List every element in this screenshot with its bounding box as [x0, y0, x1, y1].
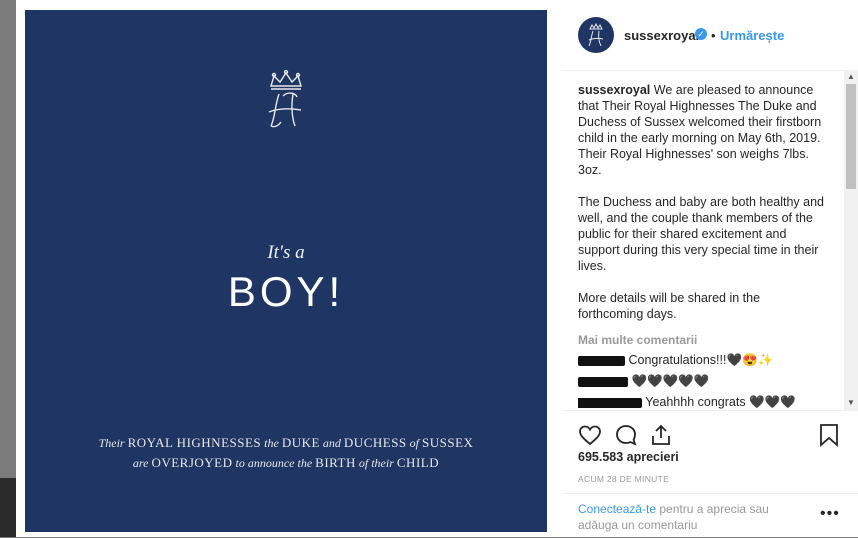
announcement-word: the	[261, 436, 282, 450]
announcement-word: of their	[355, 456, 397, 470]
comment-item: Yeahhhh congrats 🖤🖤🖤	[578, 394, 828, 410]
announcement-word: DUCHESS	[343, 435, 407, 450]
more-options-icon[interactable]: •••	[820, 505, 840, 523]
announcement-word: and	[319, 436, 344, 450]
scroll-up-arrow-icon[interactable]: ▲	[844, 70, 858, 84]
announcement-word: OVERJOYED	[151, 455, 233, 470]
background-panel	[0, 478, 16, 537]
redacted-username	[578, 376, 628, 387]
likes-count[interactable]: 695.583 aprecieri	[578, 450, 679, 464]
announcement-word: CHILD	[396, 455, 440, 470]
announcement-word: Their	[98, 436, 128, 450]
announcement-line-1: Their ROYAL HIGHNESSES the DUKE and DUCH…	[25, 435, 547, 451]
more-comments-button[interactable]: Mai multe comentarii	[578, 332, 828, 348]
share-icon[interactable]	[649, 423, 673, 447]
announcement-line-2: are OVERJOYED to announce the BIRTH of t…	[25, 455, 547, 471]
bookmark-icon[interactable]	[818, 423, 840, 447]
redacted-username	[578, 397, 642, 408]
post-header: sussexroyal ✓ • Urmărește	[562, 0, 858, 71]
caption-author[interactable]: sussexroyal	[578, 83, 650, 97]
royal-monogram-crest	[268, 70, 302, 128]
post-sidebar: sussexroyal ✓ • Urmărește sussexroyal We…	[562, 0, 858, 537]
announcement-word: are	[132, 456, 152, 470]
announcement-word: DUKE	[281, 435, 320, 450]
username-link[interactable]: sussexroyal	[624, 28, 699, 43]
announcement-word: SUSSEX	[422, 435, 474, 450]
comment-text: 🖤🖤🖤🖤🖤	[631, 374, 710, 388]
comments-scrollbar[interactable]: ▲ ▼	[844, 70, 858, 410]
boy-text: BOY!	[227, 268, 345, 315]
its-a-text: It's a	[267, 242, 305, 263]
comment-item: 🖤🖤🖤🖤🖤	[578, 373, 828, 394]
comment-text: Yeahhhh congrats 🖤🖤🖤	[645, 395, 796, 409]
announcement-word: to announce the	[232, 456, 316, 470]
comment-item: Congratulations!!!🖤😍✨	[578, 352, 828, 373]
caption-text-3: More details will be shared in the forth…	[578, 291, 761, 321]
heart-icon[interactable]	[578, 423, 602, 447]
post-modal: It's a BOY! Their ROYAL HIGHNESSES the D…	[16, 0, 858, 537]
redacted-username	[578, 355, 625, 366]
post-timestamp: ACUM 28 DE MINUTE	[578, 474, 670, 484]
avatar-monogram-icon	[588, 22, 604, 47]
comment-text: Congratulations!!!🖤😍✨	[628, 353, 774, 367]
scroll-down-arrow-icon[interactable]: ▼	[844, 396, 858, 410]
caption-text-1: We are pleased to announce that Their Ro…	[578, 83, 822, 177]
post-image: It's a BOY! Their ROYAL HIGHNESSES the D…	[25, 10, 547, 532]
login-text: Conectează-te pentru a aprecia sau adăug…	[578, 501, 788, 533]
login-link[interactable]: Conectează-te	[578, 502, 656, 516]
separator-dot: •	[711, 28, 716, 43]
announcement-word: ROYAL HIGHNESSES	[127, 435, 262, 450]
comments-list[interactable]: sussexroyal We are pleased to announce t…	[578, 82, 828, 410]
scrollbar-thumb[interactable]	[846, 84, 856, 189]
caption: sussexroyal We are pleased to announce t…	[578, 82, 828, 322]
caption-text-2: The Duchess and baby are both healthy an…	[578, 195, 825, 273]
verified-badge-icon: ✓	[695, 28, 707, 40]
login-prompt: Conectează-te pentru a aprecia sau adăug…	[562, 493, 858, 538]
comment-icon[interactable]	[614, 423, 638, 447]
announcement-word: of	[406, 436, 423, 450]
post-actions	[562, 410, 858, 451]
announcement-word: BIRTH	[315, 455, 356, 470]
avatar[interactable]	[578, 17, 614, 53]
follow-button[interactable]: Urmărește	[720, 28, 784, 43]
